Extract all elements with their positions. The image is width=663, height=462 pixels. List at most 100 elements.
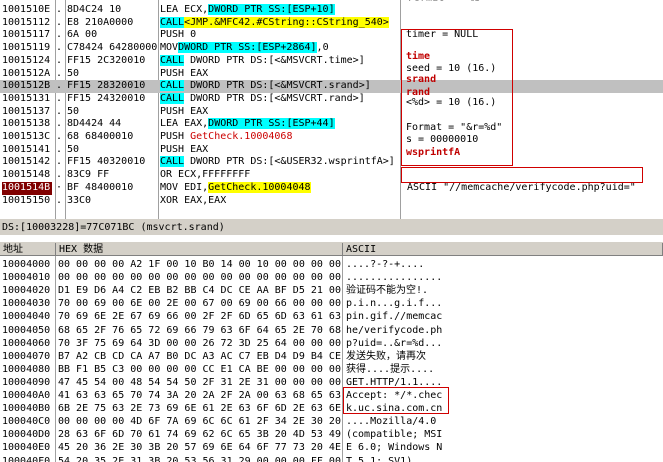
disasm-row[interactable]: 10015112. E8 210A0000 CALL<JMP.&MFC42.#CSt…	[0, 16, 663, 30]
instruction-text: PUSH EAX	[160, 105, 209, 117]
instruction-text: PUSH	[160, 131, 191, 142]
dump-address: 10004030	[2, 298, 51, 310]
dump-address: 10004020	[2, 285, 51, 297]
disasm-row[interactable]: 10015137. 50 PUSH EAX	[0, 106, 663, 119]
dump-row[interactable]: 10004050 68 65 2F 76 65 72 69 66 79 63 6F…	[0, 324, 663, 337]
disasm-address: 10015131	[2, 92, 51, 104]
dump-address: 10004070	[2, 350, 51, 362]
dump-ascii: E 6.0; Windows N	[346, 442, 443, 454]
hex-dump-pane[interactable]: 地址 HEX 数据 ASCII 10004000 00 00 00 00 A2 1…	[0, 243, 663, 462]
dump-hex-bytes: 00 00 00 00 A2 1F 00 10 B0 14 00 10 00 0…	[58, 259, 341, 270]
instruction-text: DWORD PTR DS:[<&USER32.wsprintfA>]	[184, 156, 395, 168]
dump-hex-bytes: 45 20 36 2E 30 3B 20 57 69 6E 64 6F 77 7…	[58, 442, 341, 454]
call-mnemonic: CALL	[160, 92, 185, 104]
dump-ascii: 获得....提示....	[346, 363, 435, 375]
dump-hex-bytes: 70 3F 75 69 64 3D 00 00 26 72 3D 25 64 0…	[58, 337, 341, 349]
disasm-address: 10015117	[2, 29, 51, 41]
disasm-instruction: CALL DWORD PTR DS:[<&USER32.wsprintfA>]	[160, 156, 400, 169]
dump-ascii: 验证码不能为空!.	[346, 285, 429, 297]
disasm-row[interactable]: 1001512B. FF15 28320010 CALL DWORD PTR DS:…	[0, 80, 663, 93]
dump-row[interactable]: 10004000 00 00 00 00 A2 1F 00 10 B0 14 00…	[0, 258, 663, 271]
instruction-text: PUSH EAX	[160, 143, 209, 155]
dump-row[interactable]: 10004070 B7 A2 CB CD CA A7 B0 DC A3 AC C7…	[0, 350, 663, 363]
dump-header-address[interactable]: 地址	[0, 243, 56, 256]
disasm-marker: .	[56, 16, 63, 28]
disasm-hex: 8D4424 44	[67, 118, 122, 130]
disasm-row[interactable]: 10015138. 8D4424 44 LEA EAX,DWORD PTR SS:[…	[0, 118, 663, 131]
dump-row[interactable]: 10004060 70 3F 75 69 64 3D 00 00 26 72 3D…	[0, 337, 663, 350]
disasm-row[interactable]: 10015117. 6A 00 PUSH 0	[0, 29, 663, 42]
dump-hex-bytes: 41 63 63 65 70 74 3A 20 2A 2F 2A 00 63 6…	[58, 390, 341, 401]
dump-ascii: 发送失败，请再次	[346, 350, 426, 362]
disasm-row[interactable]: 1001514B · BF 48400010 MOV EDI,GetCheck.100…	[0, 181, 663, 195]
disasm-instruction: OR ECX,FFFFFFFF	[160, 169, 400, 182]
disasm-address: 10015137	[2, 105, 51, 117]
disasm-marker: .	[56, 80, 63, 92]
dump-ascii: T 5.1; SV1)....	[346, 455, 437, 462]
dump-row[interactable]: 10004010 00 00 00 00 00 00 00 00 00 00 00…	[0, 271, 663, 284]
info-line: DS:[10003228]=77C071BC (msvcrt.srand)	[0, 221, 663, 234]
disasm-row[interactable]: 10015124. FF15 2C320010 CALL DWORD PTR DS:…	[0, 54, 663, 68]
disasm-marker: ·	[56, 181, 63, 193]
disasm-hex: C78424 64280000	[67, 42, 157, 54]
dump-row[interactable]: 100040D0 28 63 6F 6D 70 61 74 69 62 6C 65…	[0, 428, 663, 441]
disasm-address: 1001512A	[2, 67, 51, 79]
operand-highlight: <JMP.&MFC42.#CString::CString_540>	[184, 16, 389, 28]
disasm-marker: .	[56, 67, 63, 79]
disasm-row[interactable]: 1001512A. 50 PUSH EAX	[0, 68, 663, 81]
disasm-hex: FF15 40320010	[67, 156, 146, 168]
dump-ascii: he/verifycode.ph	[346, 324, 443, 336]
dump-row[interactable]: 100040B0 6B 2E 75 63 2E 73 69 6E 61 2E 63…	[0, 402, 663, 415]
dump-hex-bytes: 68 65 2F 76 65 72 69 66 79 63 6F 64 65 2…	[58, 324, 341, 336]
disasm-row[interactable]: 10015150. 33C0 XOR EAX,EAX	[0, 195, 663, 208]
disasm-marker: .	[56, 169, 63, 181]
instruction-text: MOV	[160, 42, 179, 54]
operand-highlight: DWORD PTR SS:[ESP+2864]	[178, 42, 317, 54]
instruction-text: LEA EAX,	[160, 118, 209, 130]
disasm-marker: .	[56, 131, 63, 142]
dump-ascii: pin.gif.//memcac	[346, 311, 443, 323]
dump-ascii: p.i.n...g.i.f...	[346, 298, 443, 310]
disasm-hex: FF15 2C320010	[67, 54, 146, 66]
dump-address: 100040B0	[2, 403, 51, 415]
disasm-marker: .	[56, 42, 63, 54]
disassembly-pane[interactable]: Format = "%s"1001510E.8D4C24 10LEA ECX,D…	[0, 0, 663, 219]
operand-highlight: DWORD PTR SS:[ESP+44]	[208, 118, 335, 130]
dump-header-hex[interactable]: HEX 数据	[56, 243, 343, 256]
dump-address: 100040A0	[2, 390, 51, 401]
dump-row[interactable]: 10004020 D1 E9 D6 A4 C2 EB B2 BB C4 DC CE…	[0, 284, 663, 297]
disasm-marker: .	[56, 156, 63, 168]
dump-header-ascii[interactable]: ASCII	[343, 243, 663, 256]
disasm-address: 1001512B	[2, 80, 51, 92]
disasm-row[interactable]: 1001513C. 68 68400010 PUSH GetCheck.100040…	[0, 131, 663, 144]
dump-address: 10004060	[2, 337, 51, 349]
dump-row[interactable]: 10004040 70 69 6E 2E 67 69 66 00 2F 2F 6D…	[0, 310, 663, 323]
dump-row[interactable]: 10004090 47 45 54 00 48 54 54 50 2F 31 2E…	[0, 376, 663, 389]
instruction-text: XOR EAX,EAX	[160, 194, 227, 206]
dump-row[interactable]: 100040A0 41 63 63 65 70 74 3A 20 2A 2F 2A…	[0, 389, 663, 402]
instruction-text: OR ECX,FFFFFFFF	[160, 169, 251, 181]
dump-row[interactable]: 100040E0 45 20 36 2E 30 3B 20 57 69 6E 64…	[0, 441, 663, 454]
disasm-row[interactable]: 10015141. 50 PUSH EAX	[0, 144, 663, 157]
dump-hex-bytes: BB F1 B5 C3 00 00 00 00 CC E1 CA BE 00 0…	[58, 363, 341, 375]
dump-row[interactable]: 100040F0 54 20 35 2E 31 3B 20 53 56 31 29…	[0, 455, 663, 462]
pane-splitter[interactable]	[0, 235, 663, 242]
call-mnemonic: CALL	[160, 54, 185, 66]
disasm-instruction: PUSH EAX	[160, 144, 400, 157]
disasm-row[interactable]: 10015131. FF15 24320010 CALL DWORD PTR DS:…	[0, 92, 663, 106]
dump-address: 100040C0	[2, 416, 51, 428]
dump-row[interactable]: 10004080 BB F1 B5 C3 00 00 00 00 CC E1 CA…	[0, 363, 663, 376]
disasm-hex: 8D4C24 10	[67, 4, 122, 15]
disasm-address: 10015142	[2, 156, 51, 168]
disasm-row[interactable]: 10015119. C78424 64280000 MOVDWORD PTR SS:…	[0, 42, 663, 55]
dump-row[interactable]: 10004030 70 00 69 00 6E 00 2E 00 67 00 69…	[0, 297, 663, 310]
disasm-instruction: PUSH GetCheck.10004068	[160, 131, 400, 144]
disasm-row[interactable]: 1001510E. 8D4C24 10 LEA ECX,DWORD PTR SS:[…	[0, 4, 663, 17]
disasm-address: 10015124	[2, 54, 51, 66]
disasm-hex: 83C9 FF	[67, 169, 110, 181]
dump-row[interactable]: 100040C0 00 00 00 00 4D 6F 7A 69 6C 6C 61…	[0, 415, 663, 428]
operand-reference: GetCheck.10004068	[190, 131, 293, 142]
disasm-hex: BF 48400010	[67, 181, 134, 193]
disasm-instruction: MOVDWORD PTR SS:[ESP+2864],0	[160, 42, 400, 55]
disasm-marker: .	[56, 54, 63, 66]
